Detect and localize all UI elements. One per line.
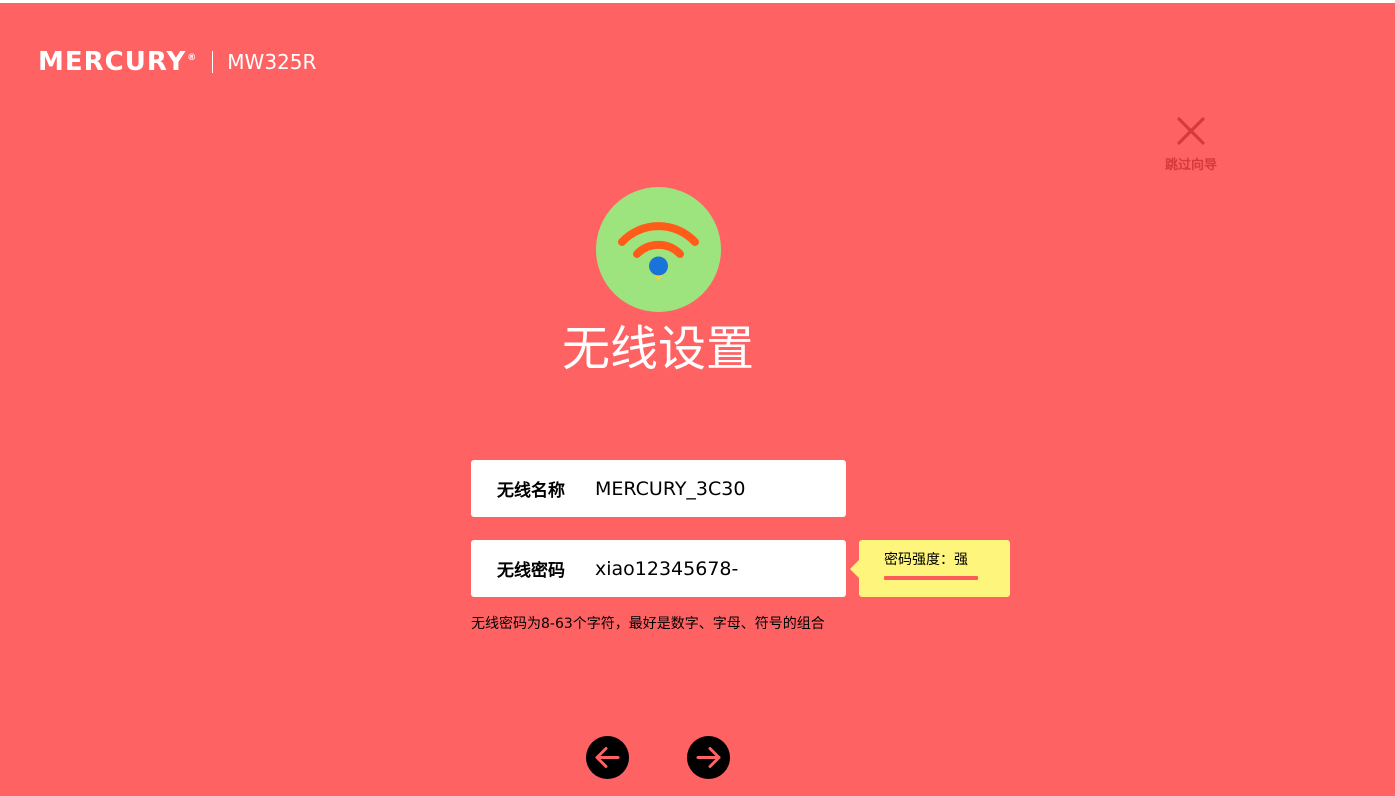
- skip-wizard-button[interactable]: 跳过向导: [1155, 116, 1227, 173]
- arrow-left-icon: [586, 736, 629, 779]
- brand-logo: MERCURY®: [38, 47, 198, 77]
- wireless-name-label: 无线名称: [497, 481, 565, 501]
- wireless-name-row: 无线名称: [471, 460, 846, 517]
- next-button[interactable]: [687, 736, 730, 779]
- wireless-password-label: 无线密码: [497, 561, 565, 581]
- password-strength-meter: [884, 576, 978, 580]
- password-strength-text: 密码强度：强: [884, 552, 968, 568]
- header-divider: [212, 51, 214, 73]
- wireless-name-input[interactable]: [595, 477, 835, 500]
- wifi-icon: [596, 187, 721, 312]
- password-strength-bar: [884, 576, 978, 580]
- model-name: MW325R: [227, 50, 317, 74]
- setup-wizard-page: MERCURY® MW325R 跳过向导 无线设置 无线名称 无线密码: [0, 0, 1395, 796]
- tooltip-pointer: [850, 560, 859, 578]
- previous-button[interactable]: [586, 736, 629, 779]
- page-title: 无线设置: [561, 321, 754, 377]
- password-strength-tooltip: 密码强度：强: [850, 540, 1010, 597]
- wireless-password-input[interactable]: [595, 557, 835, 580]
- arrow-right-icon: [687, 736, 730, 779]
- password-hint: 无线密码为8-63个字符，最好是数字、字母、符号的组合: [471, 616, 825, 632]
- header: MERCURY® MW325R: [38, 47, 316, 77]
- wireless-password-row: 无线密码: [471, 540, 846, 597]
- close-icon: [1155, 116, 1227, 146]
- skip-wizard-label: 跳过向导: [1164, 158, 1217, 173]
